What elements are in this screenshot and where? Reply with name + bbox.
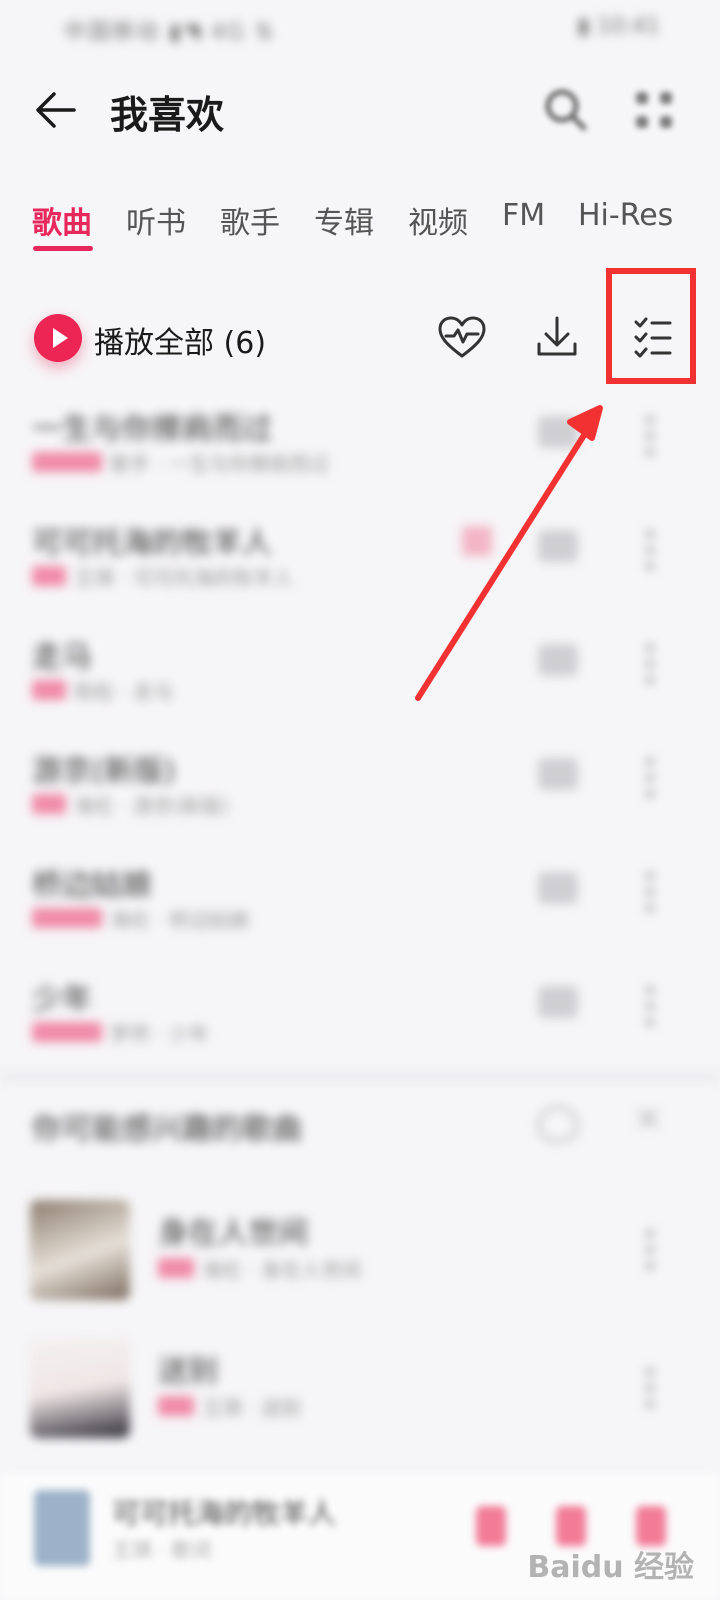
song-list-area: 一生与你擦肩而过 歌手 · 一生与你擦肩而过 可可托海的牧羊人 王琪 · 可可托… [0, 392, 720, 1472]
quality-badge [32, 452, 102, 472]
header: 我喜欢 [0, 66, 720, 156]
song-row[interactable]: 可可托海的牧羊人 王琪 · 可可托海的牧羊人 [0, 506, 720, 620]
download-button[interactable] [527, 310, 587, 366]
tab-songs[interactable]: 歌曲 [32, 198, 92, 242]
quality-badge [32, 1022, 102, 1042]
tab-videos[interactable]: 视频 [408, 198, 468, 242]
back-arrow-icon [36, 92, 76, 128]
song-title: 可可托海的牧羊人 [32, 526, 272, 561]
song-row[interactable]: 游京(新版) 海伦 · 游京(新版) [0, 734, 720, 848]
category-tabs: 歌曲 听书 歌手 专辑 视频 FM Hi-Res [0, 188, 720, 258]
more-vertical-icon[interactable] [644, 412, 656, 462]
recommend-item[interactable]: 身在人世间 海伦 · 身在人世间 [0, 1200, 720, 1330]
play-all-label: 播放全部 (6) [94, 326, 267, 361]
search-icon [545, 89, 587, 131]
more-menu-button[interactable] [628, 84, 680, 136]
tab-artists[interactable]: 歌手 [220, 198, 280, 242]
now-playing-cover [34, 1490, 90, 1566]
more-vertical-icon[interactable] [644, 526, 656, 576]
more-vertical-icon[interactable] [644, 640, 656, 690]
hot-tag-icon [462, 526, 492, 556]
tab-audiobooks[interactable]: 听书 [126, 198, 186, 242]
song-subtitle: 梦然 · 少年 [110, 1022, 210, 1046]
annotation-highlight-box [606, 268, 696, 384]
active-tab-indicator [33, 246, 93, 251]
song-row[interactable]: 走马 陈粒 · 走马 [0, 620, 720, 734]
mv-icon[interactable] [538, 986, 578, 1018]
status-right: ▮ 10:41 [577, 14, 661, 39]
tab-hi-res[interactable]: Hi-Res [578, 198, 673, 233]
page-title: 我喜欢 [110, 93, 225, 137]
heart-mode-button[interactable] [432, 310, 492, 366]
recommend-song-subtitle: 海伦 · 身在人世间 [202, 1258, 362, 1282]
quality-badge [32, 908, 102, 928]
more-vertical-icon[interactable] [644, 982, 656, 1032]
quality-badge [32, 680, 66, 700]
playlist-icon[interactable] [556, 1506, 586, 1546]
mv-icon[interactable] [538, 416, 578, 448]
song-subtitle: 陈粒 · 走马 [74, 680, 174, 704]
album-cover [30, 1200, 130, 1300]
recommend-song-title: 身在人世间 [158, 1216, 308, 1251]
song-title: 少年 [32, 982, 92, 1017]
mv-icon[interactable] [538, 644, 578, 676]
heart-pulse-icon [438, 316, 486, 358]
section-divider [0, 1072, 720, 1082]
song-subtitle: 王琪 · 可可托海的牧羊人 [74, 566, 294, 590]
song-row[interactable]: 一生与你擦肩而过 歌手 · 一生与你擦肩而过 [0, 392, 720, 506]
quality-badge [32, 794, 66, 814]
quality-badge [158, 1258, 194, 1278]
pause-icon[interactable] [476, 1506, 506, 1546]
quality-badge [158, 1396, 194, 1416]
recommend-song-title: 送别 [158, 1354, 218, 1389]
more-vertical-icon[interactable] [644, 754, 656, 804]
queue-icon[interactable] [636, 1506, 666, 1546]
close-icon[interactable]: ✕ [634, 1100, 663, 1140]
play-all-button[interactable]: 播放全部 (6) [28, 310, 308, 366]
status-left: 中国移动 ▮◥ 4G ⇅ [64, 20, 276, 45]
recommend-title: 你可能感兴趣的歌曲 [32, 1112, 302, 1147]
tab-albums[interactable]: 专辑 [314, 198, 374, 242]
mv-icon[interactable] [538, 530, 578, 562]
more-vertical-icon[interactable] [644, 1364, 656, 1414]
status-bar: 中国移动 ▮◥ 4G ⇅ ▮ 10:41 [0, 0, 720, 56]
song-subtitle: 歌手 · 一生与你擦肩而过 [110, 452, 330, 476]
quality-badge [32, 566, 66, 586]
now-playing-subtitle: 王琪 · 歌词 [112, 1538, 212, 1562]
album-cover [30, 1338, 130, 1438]
song-title: 走马 [32, 640, 92, 675]
grid-icon [636, 92, 672, 128]
mv-icon[interactable] [538, 758, 578, 790]
more-vertical-icon[interactable] [644, 1226, 656, 1276]
song-subtitle: 海伦 · 桥边姑娘 [110, 908, 250, 932]
song-row[interactable]: 桥边姑娘 海伦 · 桥边姑娘 [0, 848, 720, 962]
back-button[interactable] [30, 82, 86, 138]
song-title: 一生与你擦肩而过 [32, 412, 272, 447]
watermark: Baidu 经验 [527, 1550, 694, 1585]
recommend-item[interactable]: 送别 王琪 · 送别 [0, 1338, 720, 1468]
now-playing-title: 可可托海的牧羊人 [112, 1497, 337, 1530]
song-title: 游京(新版) [32, 754, 176, 789]
more-vertical-icon[interactable] [644, 868, 656, 918]
download-icon [537, 316, 577, 356]
song-title: 桥边姑娘 [32, 868, 152, 903]
recommend-song-subtitle: 王琪 · 送别 [202, 1396, 302, 1420]
heart-icon[interactable] [538, 1106, 578, 1142]
play-icon [34, 314, 82, 362]
song-row[interactable]: 少年 梦然 · 少年 [0, 962, 720, 1076]
tab-fm[interactable]: FM [502, 198, 545, 233]
mv-icon[interactable] [538, 872, 578, 904]
search-button[interactable] [540, 84, 592, 136]
song-subtitle: 海伦 · 游京(新版) [74, 794, 229, 818]
